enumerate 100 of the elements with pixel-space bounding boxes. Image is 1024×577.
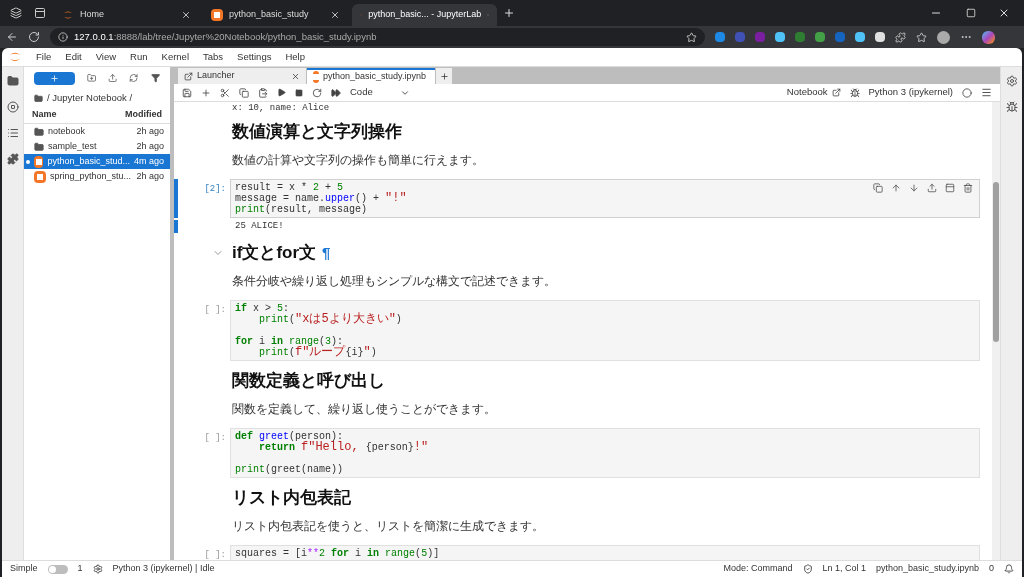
insert-below-icon[interactable]: [945, 183, 955, 193]
active-cell-marker: [174, 179, 178, 218]
plus-icon: [49, 73, 59, 83]
workspaces-icon[interactable]: [10, 7, 22, 19]
section-heading: リスト内包表記: [232, 488, 351, 508]
table-of-contents-icon[interactable]: [6, 127, 19, 139]
new-folder-icon[interactable]: [86, 73, 97, 83]
notification-count[interactable]: 0: [989, 562, 994, 576]
delete-icon[interactable]: [963, 183, 973, 193]
insert-above-icon[interactable]: [927, 183, 937, 193]
browser-tab[interactable]: python_basic... - JupyterLab: [352, 4, 497, 26]
notification-icon[interactable]: [1004, 564, 1014, 574]
trusted-icon: [802, 564, 813, 574]
new-tab-icon[interactable]: [503, 7, 515, 19]
code-line: def greet(person):: [235, 431, 344, 442]
heading-anchor-link[interactable]: ¶: [322, 241, 331, 265]
breadcrumb[interactable]: / Jupyter Notebook /: [47, 90, 133, 106]
copilot-icon[interactable]: [982, 30, 995, 44]
new-tab-icon[interactable]: [439, 71, 449, 81]
file-browser-icon[interactable]: [6, 75, 19, 87]
insert-cell-icon[interactable]: [201, 87, 211, 98]
reload-icon[interactable]: [28, 31, 40, 43]
back-icon[interactable]: [6, 31, 18, 43]
run-icon[interactable]: [277, 88, 286, 97]
run-all-icon[interactable]: [331, 87, 341, 98]
file-row[interactable]: spring_python_stu... 2h ago: [24, 169, 170, 184]
file-row[interactable]: sample_test 2h ago: [24, 139, 170, 154]
refresh-icon[interactable]: [129, 73, 139, 83]
paste-icon[interactable]: [258, 87, 268, 98]
browser-tab[interactable]: python_basic_study: [203, 4, 348, 26]
menu-item[interactable]: Run: [130, 49, 148, 65]
menu-item[interactable]: File: [36, 49, 52, 65]
menu-item[interactable]: Edit: [65, 49, 82, 65]
save-icon[interactable]: [182, 87, 192, 98]
cell-output: x: 10, name: Alice: [232, 103, 330, 113]
cursor-position[interactable]: Ln 1, Col 1: [822, 562, 867, 576]
property-inspector-icon[interactable]: [981, 87, 992, 98]
column-header[interactable]: Modified: [125, 108, 162, 122]
menu-item[interactable]: View: [95, 49, 117, 65]
cell-type-dropdown[interactable]: Code: [350, 85, 410, 100]
favorites-icon[interactable]: [916, 31, 927, 43]
menu-item[interactable]: Settings: [237, 49, 272, 65]
code-cell-editor[interactable]: def greet(person): return f"Hello, {person}!" print(greet(name)): [230, 428, 980, 478]
upload-icon[interactable]: [108, 73, 118, 83]
new-launcher-button[interactable]: [34, 71, 75, 85]
document-tab[interactable]: Launcher: [178, 68, 306, 84]
file-row[interactable]: notebook 2h ago: [24, 124, 170, 139]
debugger-icon[interactable]: [1005, 101, 1018, 113]
markdown-paragraph: 関数を定義して、繰り返し使うことができます。: [232, 402, 496, 416]
file-row[interactable]: python_basic_stud... 4m ago: [24, 154, 170, 169]
code-line: print(greet(name)): [235, 464, 344, 475]
simple-mode-toggle[interactable]: [47, 564, 68, 574]
code-cell-editor[interactable]: result = x * 2 + 5 message = name.upper() + "!" print(result, message): [230, 179, 980, 218]
favorite-icon[interactable]: [686, 31, 697, 43]
stop-icon[interactable]: [295, 88, 303, 97]
cell-prompt: [ ]:: [204, 549, 226, 560]
code-line: print("xは5より大きい"): [258, 314, 402, 325]
extension-manager-icon[interactable]: [6, 153, 19, 165]
launcher-icon: [184, 71, 193, 81]
debugger-icon[interactable]: [849, 87, 860, 98]
site-info-icon[interactable]: [58, 32, 68, 42]
code-line: return f"Hello, {person}!": [258, 442, 429, 453]
markdown-paragraph: 条件分岐や繰り返し処理もシンプルな構文で記述できます。: [232, 274, 556, 288]
move-up-icon[interactable]: [891, 183, 901, 193]
external-link-icon: [831, 88, 841, 97]
kernel-status[interactable]: Python 3 (ipykernel) | Idle: [112, 562, 215, 576]
browser-tab[interactable]: Home: [54, 4, 199, 26]
scrollbar-thumb[interactable]: [993, 182, 999, 342]
kernel-name[interactable]: Python 3 (ipykernel): [868, 85, 953, 100]
extensions-icon[interactable]: [895, 31, 906, 43]
duplicate-icon[interactable]: [873, 183, 883, 193]
menu-item[interactable]: Tabs: [203, 49, 224, 65]
terminal-count[interactable]: 1: [77, 562, 83, 576]
menu-item[interactable]: Kernel: [161, 49, 189, 65]
column-header[interactable]: Name: [32, 108, 125, 122]
settings-icon[interactable]: [1005, 75, 1018, 87]
code-cell-editor[interactable]: if x > 5: print("xは5より大きい") for i in range(3): print(f"ループ{i}"): [230, 300, 980, 361]
profile-avatar[interactable]: [937, 30, 950, 44]
address-field[interactable]: 127.0.0.1:8888/lab/tree/Jupyter%20Notebook/python_basic_study.ipynb: [50, 28, 705, 46]
kernel-sessions-icon[interactable]: [92, 564, 103, 574]
move-down-icon[interactable]: [909, 183, 919, 193]
notebook-view-link[interactable]: Notebook: [786, 85, 841, 100]
filter-icon[interactable]: [150, 73, 160, 83]
document-tab[interactable]: python_basic_study.ipynb: [307, 68, 435, 84]
maximize-icon[interactable]: [966, 8, 976, 18]
cell-prompt: [ ]:: [204, 304, 226, 317]
code-line: message = name.upper() + "!": [235, 193, 407, 204]
cut-icon[interactable]: [220, 87, 230, 98]
cell-prompt: [2]:: [204, 183, 226, 196]
cell-output: 25 ALICE!: [235, 220, 284, 233]
section-heading: if文とfor文: [232, 243, 317, 263]
menu-item[interactable]: Help: [285, 49, 305, 65]
section-heading: 関数定義と呼び出し: [232, 371, 385, 391]
code-cell-editor[interactable]: squares = [i**2 for i in range(5)]: [230, 545, 980, 560]
restart-icon[interactable]: [312, 87, 322, 98]
running-sessions-icon[interactable]: [6, 101, 19, 113]
code-line: squares = [i**2 for i in range(5)]: [235, 548, 440, 559]
kernel-idle-icon: [962, 87, 972, 98]
copy-icon[interactable]: [239, 87, 249, 98]
tab-actions-icon[interactable]: [34, 7, 46, 19]
